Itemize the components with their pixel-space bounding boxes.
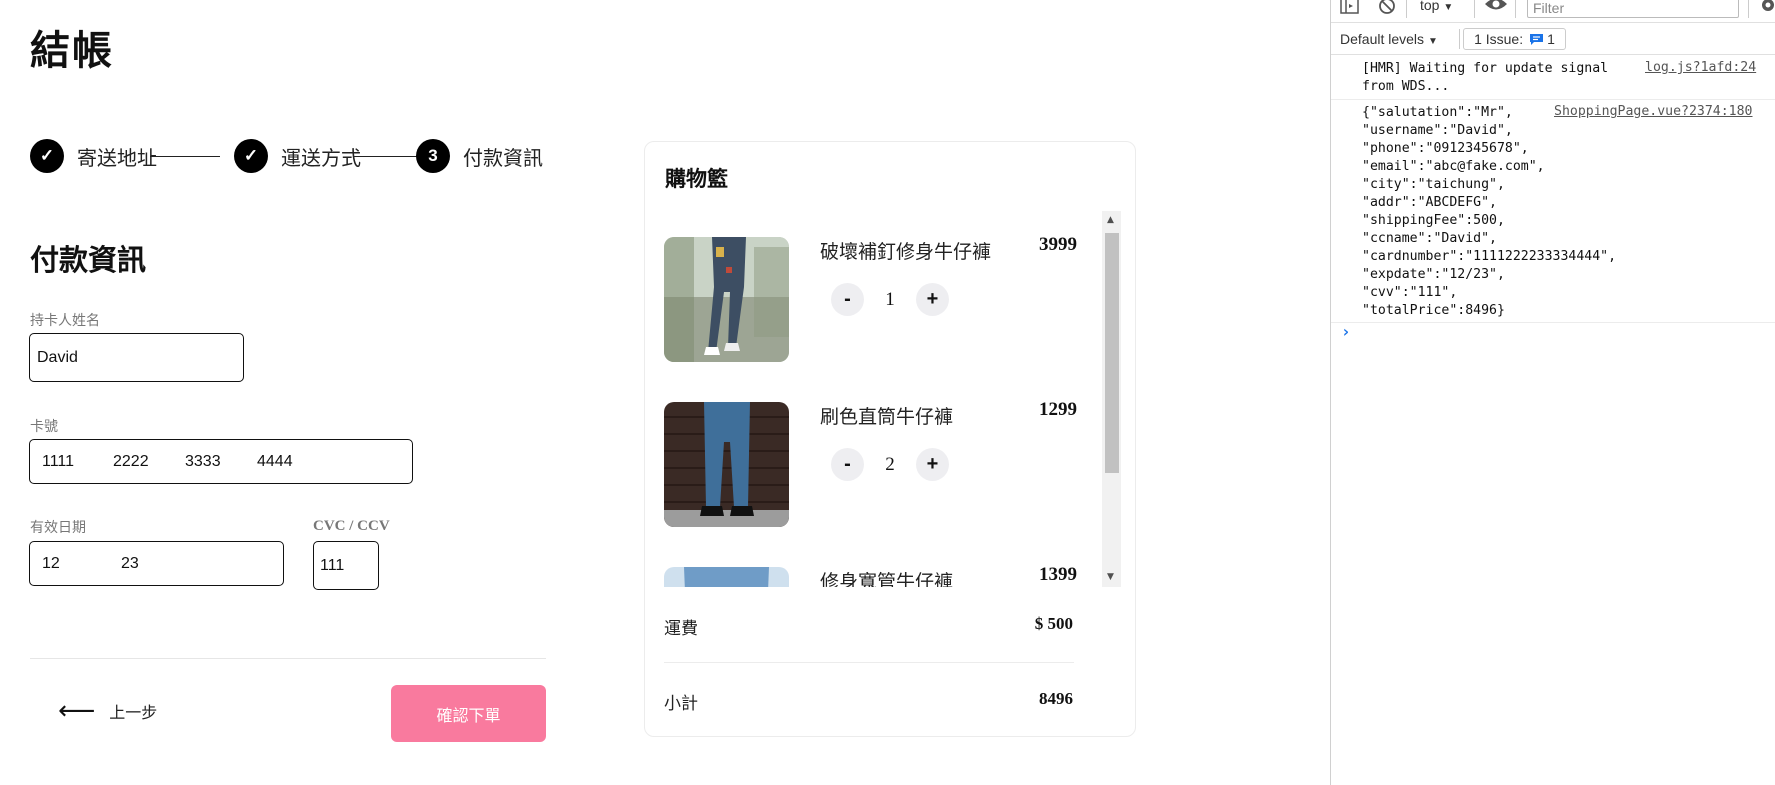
expiry-label: 有效日期 <box>30 520 86 536</box>
shipping-label: 運費 <box>664 619 698 639</box>
prev-step-label: 上一步 <box>109 703 158 722</box>
cardholder-input[interactable] <box>30 334 243 381</box>
console-message-hmr: [HMR] Waiting for update signal from WDS… <box>1362 61 1609 94</box>
console-filter-input[interactable]: Filter <box>1527 0 1739 18</box>
step-label-address: 寄送地址 <box>77 145 157 170</box>
issues-label: 1 Issue: <box>1474 31 1524 47</box>
cart-title: 購物籃 <box>665 167 728 191</box>
context-selector[interactable]: top ▼ <box>1420 0 1453 13</box>
scroll-thumb[interactable] <box>1105 233 1119 473</box>
card-number-group-4[interactable]: 4444 <box>257 453 293 471</box>
quantity-stepper: - 1 + <box>831 283 949 316</box>
toolbar-separator <box>1459 29 1460 49</box>
step-label-payment: 付款資訊 <box>463 145 543 170</box>
card-number-label: 卡號 <box>30 419 58 435</box>
cart-item: 修身寬管牛仔褲 1399 - 1 + <box>664 564 1084 587</box>
scroll-down-arrow-icon[interactable]: ▼ <box>1107 572 1114 582</box>
console-prompt[interactable]: › <box>1341 322 1351 341</box>
log-levels-selector[interactable]: Default levels ▼ <box>1340 31 1438 47</box>
prev-step-button[interactable]: ⟵ 上一步 <box>58 698 157 724</box>
console-source-link[interactable]: ShoppingPage.vue?2374:180 <box>1554 104 1753 119</box>
quantity-stepper: - 2 + <box>831 448 949 481</box>
product-image <box>664 402 789 527</box>
check-icon: ✓ <box>234 139 268 173</box>
arrow-left-icon: ⟵ <box>58 696 96 726</box>
console-source-link[interactable]: log.js?1afd:24 <box>1645 60 1756 75</box>
check-icon: ✓ <box>30 139 64 173</box>
product-image <box>664 237 789 362</box>
console-row-divider <box>1331 99 1775 100</box>
expiry-year[interactable]: 23 <box>121 555 139 573</box>
toolbar-separator <box>1406 0 1407 18</box>
step-connector <box>150 156 220 157</box>
cvc-field[interactable] <box>313 541 379 590</box>
console-row-divider <box>1331 322 1775 323</box>
console-message-json: {"salutation":"Mr", "username":"David", … <box>1362 105 1617 318</box>
cvc-input[interactable] <box>314 542 378 589</box>
dropdown-triangle-icon: ▼ <box>1427 36 1438 47</box>
increase-button[interactable]: + <box>916 283 949 316</box>
step-number-badge: 3 <box>416 139 450 173</box>
shipping-value: $ 500 <box>1034 614 1073 633</box>
expiry-field[interactable]: 12 23 <box>29 541 284 586</box>
toolbar-separator <box>1515 0 1516 18</box>
toolbar-separator <box>1748 0 1749 18</box>
item-price: 1399 <box>1039 564 1077 585</box>
cart-item: 刷色直筒牛仔褲 1299 - 2 + <box>664 399 1084 528</box>
step-payment[interactable]: 3 付款資訊 <box>416 139 543 173</box>
item-price: 3999 <box>1039 234 1077 255</box>
eye-icon[interactable] <box>1484 0 1508 17</box>
card-number-group-1[interactable]: 1111 <box>42 453 74 471</box>
issues-button[interactable]: 1 Issue: 1 <box>1463 28 1566 50</box>
decrease-button[interactable]: - <box>831 283 864 316</box>
scroll-up-arrow-icon[interactable]: ▲ <box>1107 215 1114 225</box>
form-divider <box>30 658 546 659</box>
expiry-month[interactable]: 12 <box>42 555 60 573</box>
payment-section-title: 付款資訊 <box>30 243 147 277</box>
page-title: 結帳 <box>30 28 114 74</box>
cardholder-field[interactable] <box>29 333 244 382</box>
message-icon <box>1529 33 1544 46</box>
card-number-field[interactable]: 1111 2222 3333 4444 <box>29 439 413 484</box>
summary-divider <box>664 662 1074 663</box>
log-levels-value: Default levels <box>1340 31 1425 47</box>
cart-item-list[interactable]: 破壞補釘修身牛仔褲 3999 - 1 + 刷色直筒牛仔褲 1299 - 2 + … <box>664 211 1122 587</box>
settings-gear-icon[interactable] <box>1760 0 1775 17</box>
step-shipping-address[interactable]: ✓ 寄送地址 <box>30 139 157 173</box>
sidebar-toggle-icon[interactable] <box>1340 0 1360 20</box>
quantity-value: 2 <box>885 453 895 475</box>
increase-button[interactable]: + <box>916 448 949 481</box>
card-number-group-3[interactable]: 3333 <box>185 453 221 471</box>
shipping-row: 運費 $ 500 <box>664 614 1073 639</box>
subtotal-value: 8496 <box>1039 689 1073 708</box>
item-name: 刷色直筒牛仔褲 <box>820 406 954 428</box>
cart-item: 破壞補釘修身牛仔褲 3999 - 1 + <box>664 234 1084 363</box>
subtotal-label: 小計 <box>664 694 698 714</box>
issues-count: 1 <box>1547 31 1555 47</box>
cart-scrollbar[interactable]: ▲ ▼ <box>1102 211 1121 587</box>
clear-console-icon[interactable] <box>1378 0 1396 19</box>
quantity-value: 1 <box>885 288 895 310</box>
item-price: 1299 <box>1039 399 1077 420</box>
item-name: 修身寬管牛仔褲 <box>820 571 954 587</box>
step-shipping-method[interactable]: ✓ 運送方式 <box>234 139 361 173</box>
item-name: 破壞補釘修身牛仔褲 <box>820 241 992 263</box>
context-selector-value: top <box>1420 0 1440 13</box>
product-image <box>664 567 789 587</box>
card-number-group-2[interactable]: 2222 <box>113 453 149 471</box>
decrease-button[interactable]: - <box>831 448 864 481</box>
step-connector <box>353 156 419 157</box>
subtotal-row: 小計 8496 <box>664 689 1073 714</box>
cvc-label: CVC / CCV <box>313 518 390 534</box>
toolbar-separator <box>1474 0 1475 18</box>
dropdown-triangle-icon: ▼ <box>1443 2 1454 13</box>
cardholder-label: 持卡人姓名 <box>30 313 100 329</box>
confirm-order-button[interactable]: 確認下單 <box>391 685 546 742</box>
step-label-method: 運送方式 <box>281 145 361 170</box>
